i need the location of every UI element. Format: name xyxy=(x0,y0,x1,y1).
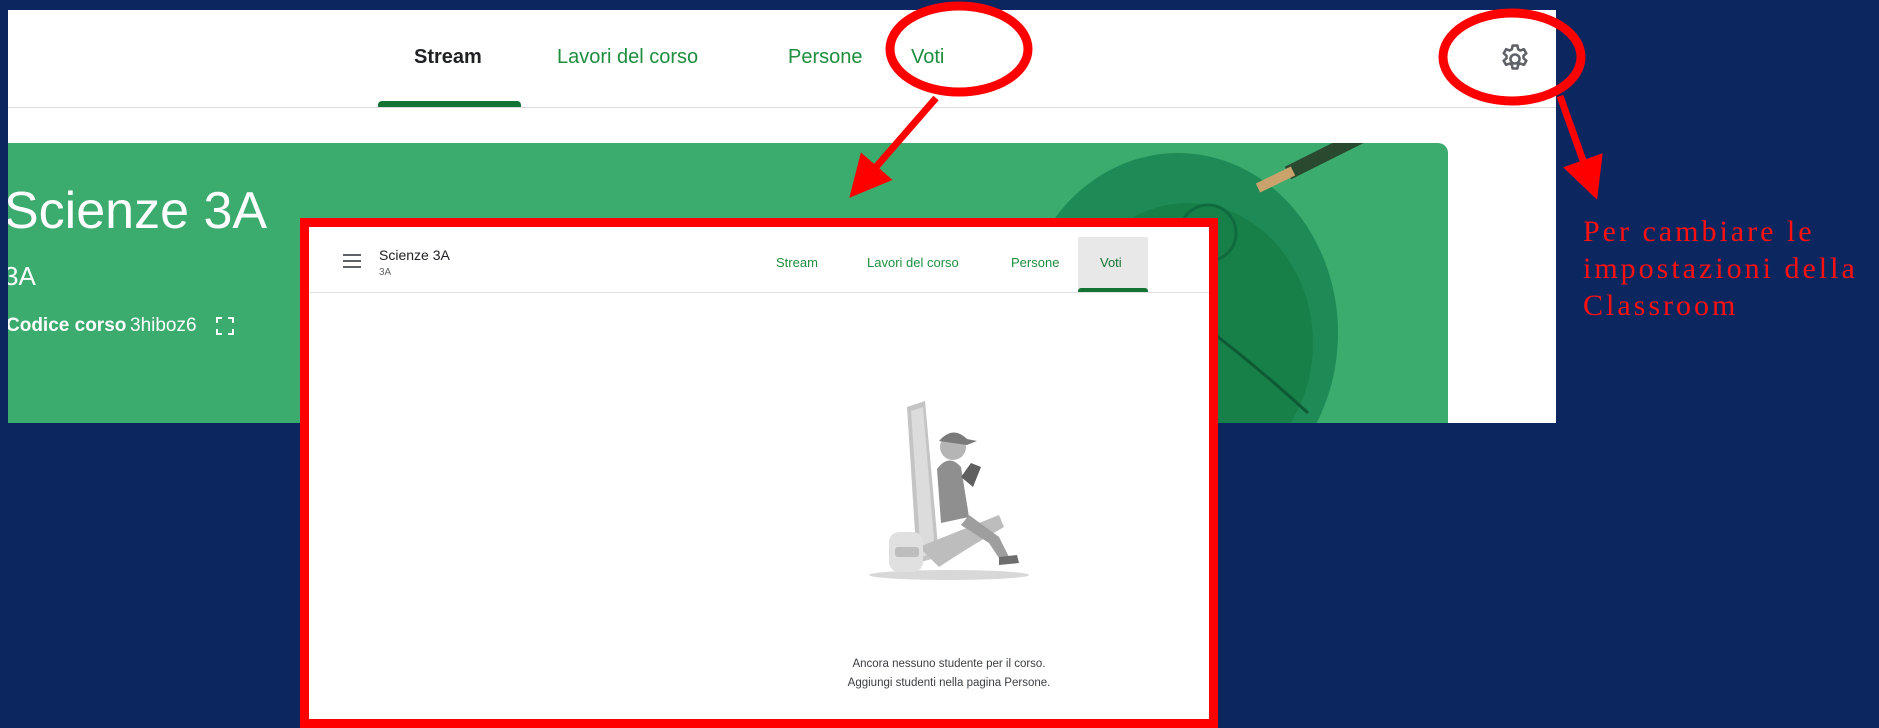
front-class-title: Scienze 3A xyxy=(379,247,450,263)
empty-state-message: Ancora nessuno studente per il corso. xyxy=(852,658,1046,670)
active-tab-indicator xyxy=(378,101,521,107)
front-active-tab-indicator xyxy=(1078,288,1148,292)
voti-page-screenshot: Scienze 3A 3A Stream Lavori del corso Pe… xyxy=(300,218,1218,728)
tab-stream[interactable]: Stream xyxy=(414,46,482,69)
class-code-value: 3hiboz6 xyxy=(130,315,197,336)
front-tab-voti[interactable]: Voti xyxy=(1100,255,1122,270)
class-section: 3A xyxy=(8,261,36,291)
settings-annotation-text: Per cambiare le impostazioni della Class… xyxy=(1583,215,1858,322)
class-code-label: Codice corso xyxy=(8,315,127,336)
front-header: Scienze 3A 3A Stream Lavori del corso Pe… xyxy=(309,227,1209,293)
front-tab-lavori-del-corso[interactable]: Lavori del corso xyxy=(867,255,959,270)
settings-arrow xyxy=(1556,94,1603,200)
tab-persone[interactable]: Persone xyxy=(788,46,863,69)
tab-voti[interactable]: Voti xyxy=(911,46,944,69)
empty-state-hint: Aggiungi studenti nella pagina Persone. xyxy=(847,677,1051,689)
front-tab-stream[interactable]: Stream xyxy=(776,255,818,270)
front-class-section: 3A xyxy=(379,267,392,278)
class-title: Scienze 3A xyxy=(8,182,268,240)
fullscreen-icon[interactable] xyxy=(214,315,236,337)
front-tab-persone[interactable]: Persone xyxy=(1011,255,1059,270)
tab-lavori-del-corso[interactable]: Lavori del corso xyxy=(557,46,698,69)
empty-state-illustration xyxy=(869,401,1029,580)
menu-icon[interactable] xyxy=(343,254,361,268)
gear-icon[interactable] xyxy=(1498,42,1532,76)
background-tab-bar: Stream Lavori del corso Persone Voti xyxy=(8,10,1556,108)
